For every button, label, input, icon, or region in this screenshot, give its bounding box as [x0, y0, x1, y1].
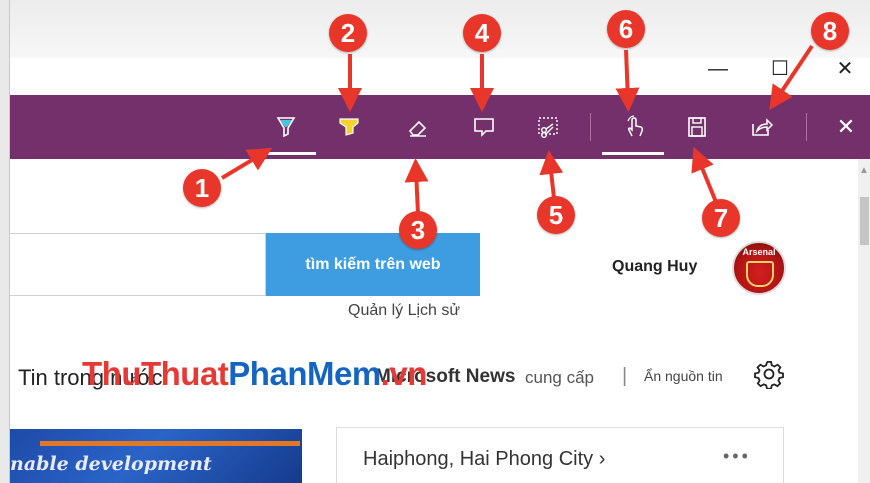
weather-city-label: Haiphong, Hai Phong City: [363, 448, 594, 470]
add-note-button[interactable]: [466, 109, 502, 145]
callout-badge: 3: [399, 211, 437, 249]
eraser-button[interactable]: [400, 109, 436, 145]
touch-writing-button[interactable]: [616, 109, 652, 145]
callout-badge: 6: [607, 10, 645, 48]
note-icon: [474, 118, 494, 137]
clip-button[interactable]: [530, 109, 566, 145]
callout-badge: 2: [329, 14, 367, 52]
user-name[interactable]: Quang Huy: [612, 258, 697, 276]
avatar-crest-text: Arsenal: [742, 247, 776, 257]
touch-icon: [627, 115, 644, 137]
manage-history-link[interactable]: Quản lý Lịch sử: [348, 302, 460, 320]
save-icon: [688, 117, 706, 137]
pen-icon: [276, 117, 296, 138]
callout-badge: 4: [463, 14, 501, 52]
touch-active-indicator: [602, 152, 664, 155]
minimize-button[interactable]: —: [698, 54, 738, 84]
tab-strip: [10, 0, 870, 58]
window-frame-edge: [0, 0, 10, 483]
highlighter-button[interactable]: [331, 109, 367, 145]
callout-badge: 8: [811, 12, 849, 50]
callout-badge: 7: [702, 199, 740, 237]
avatar-crest: [746, 261, 774, 287]
callout-badge: 5: [537, 196, 575, 234]
watermark: ThuThuatPhanMem.vn: [82, 355, 427, 393]
close-window-button[interactable]: ✕: [825, 54, 865, 84]
web-search-button[interactable]: tìm kiếm trên web: [266, 233, 480, 296]
ballpoint-pen-button[interactable]: [268, 109, 304, 145]
close-icon: ✕: [836, 114, 856, 139]
gear-icon[interactable]: [754, 359, 784, 389]
scroll-up-icon[interactable]: ▲: [859, 165, 869, 176]
weather-city[interactable]: Haiphong, Hai Phong City ›: [363, 448, 605, 471]
divider: |: [622, 365, 628, 387]
scrollbar-thumb[interactable]: [860, 197, 869, 245]
avatar[interactable]: Arsenal: [732, 241, 786, 295]
clip-icon: [538, 117, 558, 139]
save-web-note-button[interactable]: [679, 109, 715, 145]
thumbnail-stripe: [40, 441, 300, 446]
toolbar-separator: [806, 113, 807, 141]
title-bar: — ☐ ✕: [10, 0, 870, 95]
more-options-button[interactable]: •••: [723, 446, 751, 467]
weather-card[interactable]: Haiphong, Hai Phong City › •••: [336, 427, 784, 483]
maximize-button[interactable]: ☐: [760, 54, 800, 84]
pen-active-indicator: [264, 152, 316, 155]
toolbar-separator: [590, 113, 591, 141]
share-icon: [752, 118, 774, 136]
web-note-toolbar: ✕: [10, 95, 870, 159]
watermark-part: .vn: [380, 355, 428, 392]
highlighter-icon: [339, 118, 359, 136]
watermark-part: PhanMem: [228, 355, 381, 392]
thumbnail-caption: nable development: [10, 453, 212, 475]
news-thumbnail[interactable]: nable development: [10, 429, 302, 483]
news-provider-suffix: cung cấp: [525, 368, 594, 387]
vertical-scrollbar[interactable]: ▲: [858, 159, 870, 483]
chevron-right-icon: ›: [598, 448, 606, 470]
callout-badge: 1: [183, 169, 221, 207]
search-input[interactable]: [10, 233, 266, 296]
eraser-icon: [408, 120, 427, 137]
hide-source-link[interactable]: Ẩn nguồn tin: [644, 368, 723, 384]
exit-web-note-button[interactable]: ✕: [828, 109, 864, 145]
share-web-note-button[interactable]: [744, 109, 780, 145]
watermark-part: ThuThuat: [82, 355, 229, 392]
